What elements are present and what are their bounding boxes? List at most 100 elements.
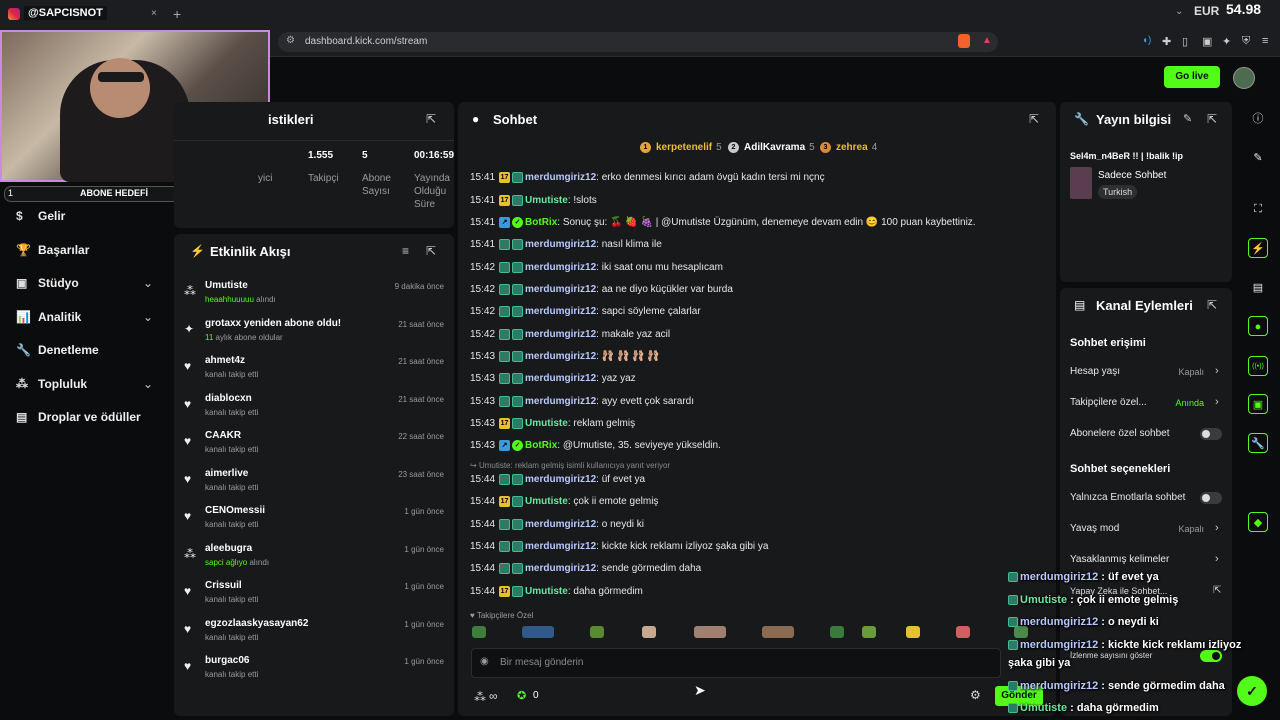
extensions-icon[interactable]: ✚ [1162,35,1171,48]
chat-icon[interactable]: ● [1248,316,1268,336]
site-settings-icon[interactable]: ⚙ [286,35,295,46]
top-gifter[interactable]: 1 kerpetenelif 5 [640,142,722,153]
message-username[interactable]: Umutiste [525,496,568,507]
emote-icon[interactable] [522,626,554,638]
top-gifter[interactable]: 2 AdilKavrama 5 [728,142,815,153]
popout-icon[interactable]: ⇱ [1207,112,1217,126]
vpn-icon[interactable]: ⛨ [1242,35,1250,48]
users-icon[interactable]: ⁂ [474,690,486,704]
emote-icon[interactable] [472,626,486,638]
chat-message[interactable]: 15:44 merdumgiriz12: sende görmedim daha [470,563,701,574]
chevron-right-icon[interactable]: › [1215,553,1219,565]
chevron-down-icon[interactable]: ⌄ [143,276,153,290]
popout-icon[interactable]: ⇱ [426,244,436,258]
chevron-down-icon[interactable]: ⌄ [143,377,153,391]
emote-icon[interactable] [642,626,656,638]
ai-icon[interactable]: ✦ [1222,35,1231,48]
message-username[interactable]: merdumgiriz12 [525,373,596,384]
popout-icon[interactable]: ⇱ [1029,112,1039,126]
external-link-icon[interactable]: ⇱ [1213,585,1221,596]
chat-message[interactable]: 15:43 merdumgiriz12: 🩰 🩰 🩰 🩰 [470,351,660,362]
document-icon[interactable]: ▤ [1248,278,1268,298]
emote-icon[interactable] [694,626,726,638]
message-username[interactable]: merdumgiriz12 [525,563,596,574]
edit-icon[interactable]: ✎ [1248,148,1268,168]
chat-message[interactable]: 15:44 merdumgiriz12: o neydi ki [470,519,644,530]
message-username[interactable]: merdumgiriz12 [525,172,596,183]
emote-icon[interactable] [590,626,604,638]
emoji-icon[interactable]: ◉ [480,656,489,667]
audio-icon[interactable]: ◖) [1142,35,1151,46]
chevron-right-icon[interactable]: › [1215,522,1219,534]
message-username[interactable]: Umutiste [525,418,568,429]
broadcast-icon[interactable]: ((•)) [1248,356,1268,376]
sidebar-item-stüdyo[interactable]: ▣ Stüdyo [16,276,79,290]
chat-message[interactable]: 15:41 17 Umutiste: !slots [470,195,597,206]
top-gifter[interactable]: 3 zehrea 4 [820,142,877,153]
chat-message[interactable]: 15:44 merdumgiriz12: üf evet ya [470,474,645,485]
sidebar-item-başarılar[interactable]: 🏆 Başarılar [16,243,89,257]
message-username[interactable]: BotRix [525,217,557,228]
message-username[interactable]: merdumgiriz12 [525,396,596,407]
chat-message[interactable]: 15:43 ↗ ✓ BotRix: @Umutiste, 35. seviyeye y… [470,440,721,451]
edit-icon[interactable]: ✎ [1183,112,1192,125]
message-username[interactable]: merdumgiriz12 [525,329,596,340]
emote-icon[interactable] [956,626,970,638]
chat-message[interactable]: 15:42 merdumgiriz12: iki saat onu mu hesa… [470,262,723,273]
sidebar-item-droplar-ve-ödüller[interactable]: ▤ Droplar ve ödüller [16,410,141,424]
chat-settings-icon[interactable]: ⚙ [970,688,981,702]
emote-icon[interactable] [762,626,794,638]
sidebar-item-denetleme[interactable]: 🔧 Denetleme [16,343,99,357]
message-username[interactable]: merdumgiriz12 [525,262,596,273]
sidebar-item-gelir[interactable]: $ Gelir [16,209,65,223]
chat-message[interactable]: 15:44 17 Umutiste: daha görmedim [470,586,643,597]
sidebar-item-analitik[interactable]: 📊 Analitik [16,310,81,324]
chevron-right-icon[interactable]: › [1215,396,1219,408]
emote-icon[interactable] [830,626,844,638]
bolt-icon[interactable]: ⚡ [1248,238,1268,258]
points-icon[interactable]: ✪ [517,689,526,702]
chat-message[interactable]: 15:43 merdumgiriz12: ayy evett çok sarard… [470,396,694,407]
message-username[interactable]: merdumgiriz12 [525,541,596,552]
setting-toggle[interactable] [1200,492,1222,504]
chat-message[interactable]: 15:42 merdumgiriz12: makale yaz acil [470,329,670,340]
message-username[interactable]: Umutiste [525,586,568,597]
menu-icon[interactable]: ≡ [1262,35,1268,47]
message-username[interactable]: merdumgiriz12 [525,239,596,250]
popout-icon[interactable]: ⇱ [426,112,436,126]
close-tab-icon[interactable]: × [151,8,157,19]
setting-toggle[interactable] [1200,428,1222,440]
chevron-right-icon[interactable]: › [1215,365,1219,377]
message-username[interactable]: merdumgiriz12 [525,519,596,530]
chat-message[interactable]: 15:42 merdumgiriz12: aa ne diyo küçükler … [470,284,733,295]
chevron-down-icon[interactable]: ⌄ [1175,6,1183,17]
brave-shield-icon[interactable] [958,34,970,48]
sidebar-toggle-icon[interactable]: ▯ [1182,35,1188,48]
message-username[interactable]: merdumgiriz12 [525,306,596,317]
help-fab[interactable]: ✓ [1237,676,1267,706]
new-tab-icon[interactable]: + [173,6,181,22]
popout-icon[interactable]: ⇱ [1207,298,1217,312]
chat-message[interactable]: 15:42 merdumgiriz12: sapci söyleme çalarl… [470,306,701,317]
chat-message[interactable]: 15:41 ↗ ✓ BotRix: Sonuç şu: 🍒 🍓 🍇 | @Umutis… [470,217,976,228]
chat-message[interactable]: 15:43 17 Umutiste: reklam gelmiş [470,418,635,429]
panel-icon[interactable]: ▣ [1248,394,1268,414]
chat-message[interactable]: 15:41 17 merdumgiriz12: erko denmesi kırıc… [470,172,825,183]
chevron-down-icon[interactable]: ⌄ [143,310,153,324]
go-live-button[interactable]: Go live [1164,66,1220,88]
crop-icon[interactable]: ⛶ [1248,199,1268,219]
sidebar-item-topluluk[interactable]: ⁂ Topluluk [16,377,87,391]
message-username[interactable]: BotRix [525,440,557,451]
avatar[interactable] [1233,67,1255,89]
wrench-icon[interactable]: 🔧 [1248,433,1268,453]
message-username[interactable]: merdumgiriz12 [525,351,596,362]
chat-message[interactable]: 15:41 merdumgiriz12: nasıl klima ile [470,239,662,250]
viewer-count-toggle[interactable] [1200,650,1222,662]
message-username[interactable]: merdumgiriz12 [525,284,596,295]
chat-message[interactable]: 15:44 merdumgiriz12: kickte kick reklamı … [470,541,768,552]
rewards-icon[interactable]: ▲ [982,35,992,46]
chat-message[interactable]: 15:43 merdumgiriz12: yaz yaz [470,373,636,384]
filter-icon[interactable]: ≡ [402,244,409,258]
chat-message[interactable]: 15:44 17 Umutiste: çok ii emote gelmiş [470,496,658,507]
message-username[interactable]: merdumgiriz12 [525,474,596,485]
